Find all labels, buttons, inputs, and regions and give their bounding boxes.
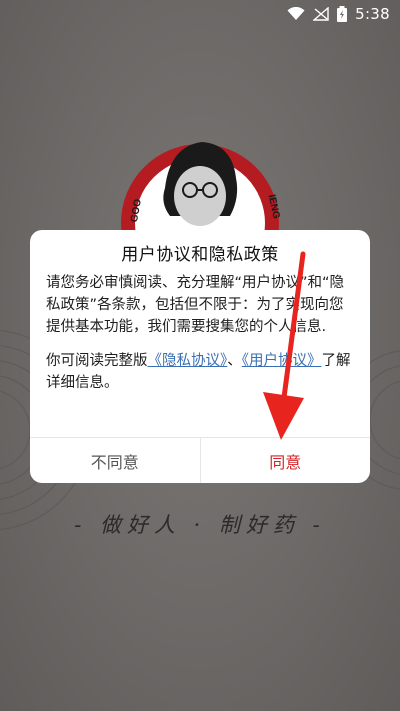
- paragraph-2-prefix: 你可阅读完整版: [46, 353, 148, 369]
- status-time: 5:38: [355, 5, 390, 23]
- disagree-button[interactable]: 不同意: [30, 438, 201, 483]
- slogan: - 做好人 · 制好药 -: [74, 513, 326, 537]
- status-bar: 5:38: [0, 0, 400, 28]
- dialog-footer: 不同意 同意: [30, 437, 370, 483]
- battery-charging-icon: [337, 6, 348, 22]
- no-signal-icon: [313, 7, 329, 21]
- wifi-icon: [287, 7, 305, 20]
- dialog-paragraph-2: 你可阅读完整版《隐私协议》、《用户协议》了解详细信息。: [46, 350, 352, 394]
- dialog-body: 请您务必审慎阅读、充分理解“用户协议”和“隐私政策”各条款，包括但不限于：为了实…: [46, 272, 352, 394]
- agree-button[interactable]: 同意: [201, 438, 371, 483]
- user-agreement-link[interactable]: 《用户协议》: [242, 353, 322, 369]
- dialog-paragraph-1: 请您务必审慎阅读、充分理解“用户协议”和“隐私政策”各条款，包括但不限于：为了实…: [46, 275, 345, 335]
- privacy-policy-link[interactable]: 《隐私协议》: [148, 353, 228, 369]
- link-separator: 、: [227, 353, 242, 369]
- dialog-title: 用户协议和隐私政策: [121, 245, 279, 265]
- agreement-dialog: 用户协议和隐私政策 请您务必审慎阅读、充分理解“用户协议”和“隐私政策”各条款，…: [30, 230, 370, 483]
